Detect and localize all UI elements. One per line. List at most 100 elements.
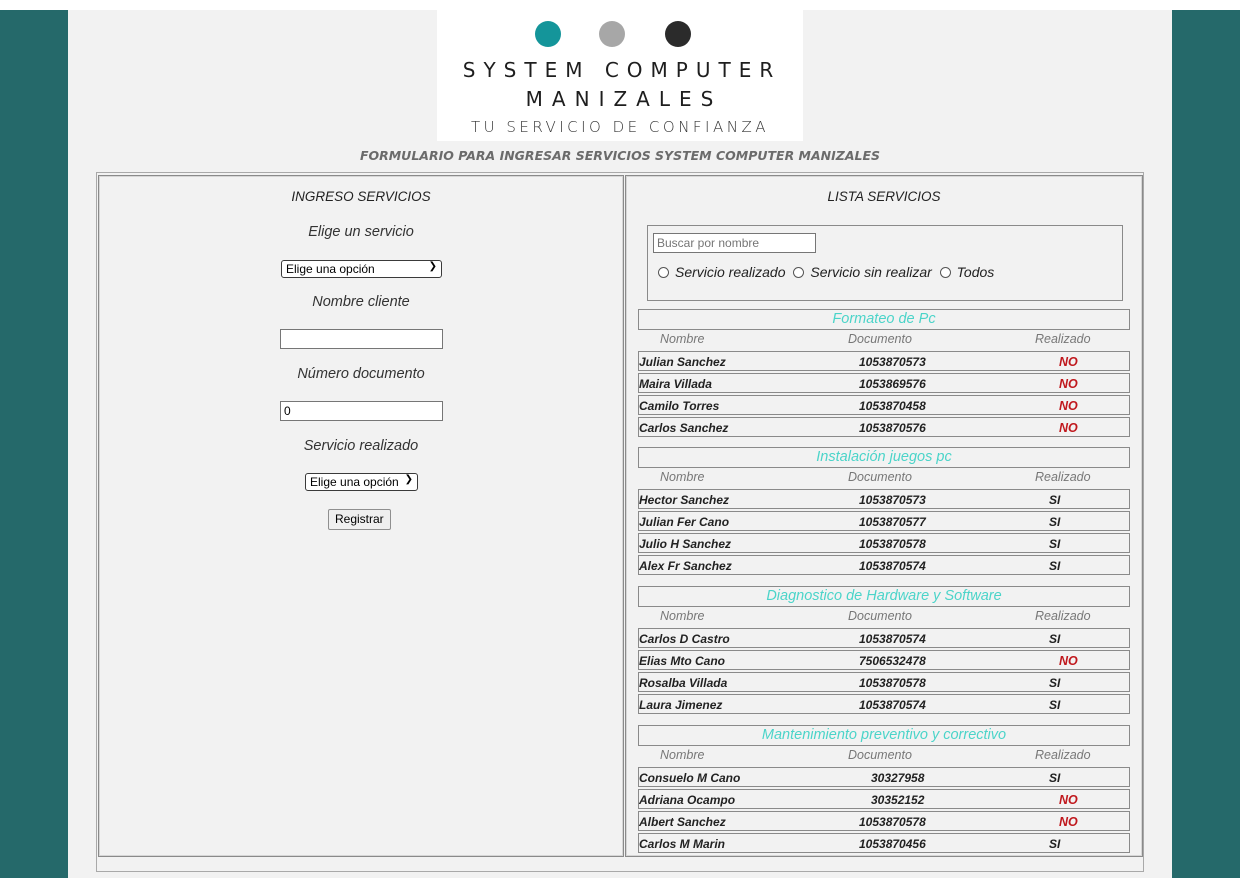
gray-dot-icon [599,21,625,47]
logo-line-2: MANIZALES [525,87,723,111]
group-title: Diagnostico de Hardware y Software [638,586,1130,607]
chevron-down-icon: ❯ [404,474,413,485]
realizado-column-header: Realizado [1035,748,1091,762]
nombre-column-header: Nombre [660,748,705,762]
filter-realizado-option[interactable]: Servicio realizado [658,264,786,280]
row-documento: 1053870574 [859,632,926,646]
table-row: Julio H Sanchez 1053870578 SI [638,533,1130,553]
ingreso-heading: INGRESO SERVICIOS [291,189,431,204]
row-realizado-status: NO [1059,355,1078,369]
row-documento: 1053870578 [859,537,926,551]
table-row: Laura Jimenez 1053870574 SI [638,694,1130,714]
row-documento: 1053870573 [859,355,926,369]
realizado-column-header: Realizado [1035,609,1091,623]
documento-column-header: Documento [848,609,912,623]
filter-sin-realizar-label: Servicio sin realizar [810,264,932,280]
filter-box: Buscar por nombre Servicio realizado Ser… [647,225,1123,301]
group-column-headers: Nombre Documento Realizado [638,746,1130,765]
row-documento: 1053870577 [859,515,926,529]
table-row: Albert Sanchez 1053870578 NO [638,811,1130,831]
row-documento: 1053870574 [859,559,926,573]
table-row: Rosalba Villada 1053870578 SI [638,672,1130,692]
nombre-label: Nombre cliente [312,294,410,310]
row-nombre: Consuelo M Cano [639,771,741,785]
row-realizado-status: SI [1049,515,1061,529]
logo-tagline: TU SERVICIO DE CONFIANZA [470,118,770,136]
row-realizado-status: SI [1049,676,1061,690]
nombre-column-header: Nombre [660,609,705,623]
servicio-realizado-select[interactable]: Elige una opción ❯ [305,473,418,491]
row-documento: 1053870578 [859,676,926,690]
page-container: SYSTEM COMPUTER MANIZALES TU SERVICIO DE… [68,10,1172,878]
right-side-bar [1172,10,1240,878]
row-realizado-status: SI [1049,698,1061,712]
radio-icon[interactable] [658,267,669,278]
row-nombre: Camilo Torres [639,399,720,413]
filter-sin-realizar-option[interactable]: Servicio sin realizar [793,264,932,280]
table-row: Carlos M Marin 1053870456 SI [638,833,1130,853]
row-nombre: Carlos D Castro [639,632,730,646]
group-column-headers: Nombre Documento Realizado [638,607,1130,626]
registrar-button[interactable]: Registrar [328,509,391,530]
servicio-label: Elige un servicio [308,224,414,240]
row-nombre: Albert Sanchez [639,815,726,829]
realizado-label: Servicio realizado [303,438,419,454]
row-realizado-status: SI [1049,771,1061,785]
form-title: FORMULARIO PARA INGRESAR SERVICIOS SYSTE… [359,148,881,163]
row-nombre: Adriana Ocampo [639,793,736,807]
row-documento: 1053870573 [859,493,926,507]
table-row: Maira Villada 1053869576 NO [638,373,1130,393]
logo-line-1: SYSTEM COMPUTER [462,58,782,82]
left-side-bar [0,10,68,878]
row-documento: 7506532478 [859,654,926,668]
row-nombre: Carlos M Marin [639,837,726,851]
servicio-select-value: Elige una opción [286,262,375,276]
documento-column-header: Documento [848,748,912,762]
row-documento: 1053870458 [859,399,926,413]
logo: SYSTEM COMPUTER MANIZALES TU SERVICIO DE… [437,10,803,141]
radio-icon[interactable] [793,267,805,278]
table-row: Julian Sanchez 1053870573 NO [638,351,1130,371]
table-row: Camilo Torres 1053870458 NO [638,395,1130,415]
lista-heading: LISTA SERVICIOS [827,189,941,204]
row-documento: 1053870578 [859,815,926,829]
row-realizado-status: NO [1059,654,1078,668]
row-documento: 30327958 [871,771,925,785]
row-nombre: Laura Jimenez [639,698,723,712]
table-row: Julian Fer Cano 1053870577 SI [638,511,1130,531]
row-realizado-status: SI [1049,632,1061,646]
numero-documento-input[interactable]: 0 [280,401,443,421]
row-realizado-status: NO [1059,377,1078,391]
row-nombre: Carlos Sanchez [639,421,729,435]
radio-icon[interactable] [939,267,951,278]
servicio-realizado-select-value: Elige una opción [310,475,399,489]
ingreso-servicios-panel: INGRESO SERVICIOS Elige un servicio Elig… [98,175,624,857]
logo-dots [437,20,803,48]
table-row: Carlos D Castro 1053870574 SI [638,628,1130,648]
black-dot-icon [665,21,691,47]
search-input[interactable]: Buscar por nombre [653,233,816,253]
row-realizado-status: SI [1049,493,1061,507]
filter-todos-option[interactable]: Todos [939,264,995,280]
lista-servicios-panel: LISTA SERVICIOS Buscar por nombre Servic… [625,175,1143,857]
row-documento: 1053869576 [859,377,926,391]
filter-todos-label: Todos [956,264,995,280]
row-realizado-status: SI [1049,559,1061,573]
group-column-headers: Nombre Documento Realizado [638,468,1130,487]
table-row: Elias Mto Cano 7506532478 NO [638,650,1130,670]
row-nombre: Hector Sanchez [639,493,730,507]
realizado-column-header: Realizado [1035,332,1091,346]
nombre-column-header: Nombre [660,332,705,346]
servicio-select[interactable]: Elige una opción ❯ [281,260,442,278]
row-realizado-status: NO [1059,421,1078,435]
row-realizado-status: SI [1049,837,1061,851]
row-nombre: Julian Sanchez [639,355,726,369]
table-row: Alex Fr Sanchez 1053870574 SI [638,555,1130,575]
row-nombre: Julian Fer Cano [639,515,730,529]
row-nombre: Rosalba Villada [639,676,728,690]
row-nombre: Alex Fr Sanchez [639,559,732,573]
row-documento: 30352152 [871,793,925,807]
table-row: Hector Sanchez 1053870573 SI [638,489,1130,509]
filter-radios: Servicio realizado Servicio sin realizar… [658,264,994,280]
nombre-cliente-input[interactable] [280,329,443,349]
